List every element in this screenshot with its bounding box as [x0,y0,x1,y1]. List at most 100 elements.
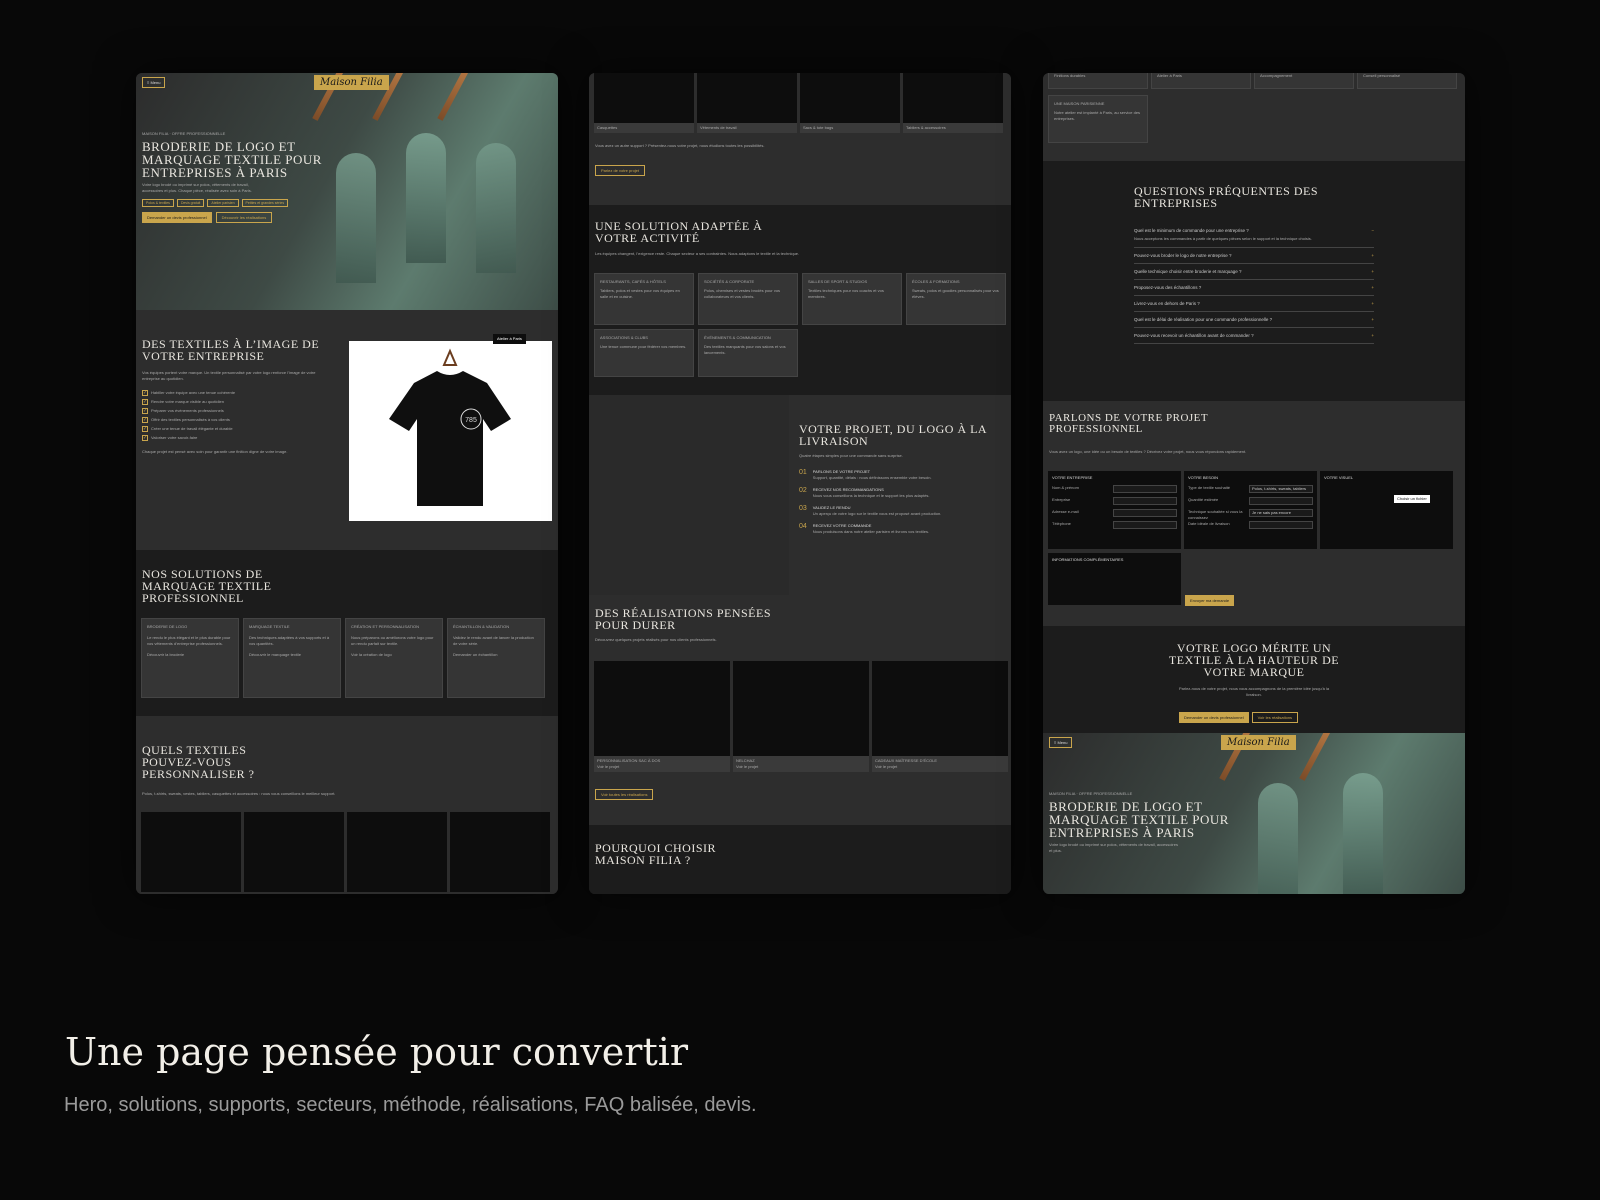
final-cta-secondary[interactable]: Voir les réalisations [1251,712,1299,723]
menu-button[interactable]: ≡ Menu [142,77,166,88]
work-item[interactable]: NELCHAZ Voir le projet [733,661,869,772]
plus-icon[interactable]: + [1371,301,1374,306]
sector-card[interactable]: ÉCOLES & FORMATIONS Sweats, polos et good… [906,273,1006,325]
work-link[interactable]: Voir le projet [736,764,866,770]
work-item[interactable]: PERSONNALISATION SAC À DOS Voir le projet [594,661,730,772]
faq-question: Proposez-vous des échantillons ? [1134,285,1202,290]
faq-item[interactable]: Livrez-vous en dehors de Paris ? + [1134,296,1374,312]
faq-item-open[interactable]: Quel est le minimum de commande pour une… [1134,223,1374,248]
textiles-section: QUELS TEXTILES POUVEZ-VOUS PERSONNALISER… [136,716,558,894]
solution-card[interactable]: ÉCHANTILLON & VALIDATION Validez le rend… [447,618,545,698]
support-tile[interactable] [903,73,1003,123]
solution-card[interactable]: CRÉATION ET PERSONNALISATION Nous prépar… [345,618,443,698]
method-title: VOTRE PROJET, DU LOGO À LA LIVRAISON [799,422,987,448]
why-card: Accompagnement [1254,73,1354,89]
date-input[interactable] [1249,521,1313,529]
quantity-input[interactable] [1249,497,1313,505]
solution-card-title: ÉCHANTILLON & VALIDATION [453,624,510,629]
phone-input[interactable] [1113,521,1177,529]
solution-card-title: BRODERIE DE LOGO [147,624,188,629]
sector-card-title: RESTAURANTS, CAFÉS & HÔTELS [600,279,666,284]
works-cta[interactable]: Voir toutes les réalisations [595,789,654,800]
step-text: Nous produisons dans notre atelier paris… [812,529,930,534]
faq-answer: Nous acceptons les commandes à partir de… [1134,236,1312,241]
plus-icon[interactable]: + [1371,269,1374,274]
plus-icon[interactable]: + [1371,253,1374,258]
faq-item[interactable]: Pouvez-vous broder le logo de notre entr… [1134,248,1374,264]
sector-card[interactable]: SOCIÉTÉS & CORPORATE Polos, chemises et v… [698,273,798,325]
company-input[interactable] [1113,497,1177,505]
intro-section: DES TEXTILES À L’IMAGE DE VOTRE ENTREPRI… [136,310,558,550]
brand-logo[interactable]: Maison Filia [1221,735,1296,750]
faq-question: Quel est le délai de réalisation pour un… [1134,317,1273,322]
file-upload-button[interactable]: Choisir un fichier [1394,495,1430,503]
solution-card-link[interactable]: Voir la création de logo [351,652,437,658]
intro-footnote: Chaque projet est pensé avec soin pour g… [142,449,288,454]
faq-item[interactable]: Quelle technique choisir entre broderie … [1134,264,1374,280]
col-heading: VOTRE VISUEL [1324,475,1354,480]
contact-section: PARLONS DE VOTRE PROJET PROFESSIONNEL Vo… [1043,401,1465,626]
work-item[interactable]: CADEAUX MAÎTRESSE D’ÉCOLE Voir le projet [872,661,1008,772]
hero-cta-primary[interactable]: Demander un devis professionnel [142,212,212,223]
faq-question: Livrez-vous en dehors de Paris ? [1134,301,1200,306]
sector-card[interactable]: SALLES DE SPORT & STUDIOS Textiles techni… [802,273,902,325]
sector-card-title: SOCIÉTÉS & CORPORATE [704,279,755,284]
supports-cta[interactable]: Parlez de votre projet [595,165,646,176]
page-preview-sectors: Casquettes Vêtements de travail Sacs & t… [589,73,1011,894]
why-card: Atelier à Paris [1151,73,1251,89]
email-input[interactable] [1113,509,1177,517]
solution-card-link[interactable]: Découvrir la broderie [147,652,233,658]
name-input[interactable] [1113,485,1177,493]
sector-card[interactable]: ASSOCIATIONS & CLUBS Une tenue commune po… [594,329,694,377]
checklist-item: Habiller votre équipe avec une tenue coh… [151,390,236,395]
plus-icon[interactable]: + [1371,333,1374,338]
sector-card[interactable]: RESTAURANTS, CAFÉS & HÔTELS Tabliers, pol… [594,273,694,325]
why-section: POURQUOI CHOISIR MAISON FILIA ? [589,825,1011,894]
sector-card-title: ÉCOLES & FORMATIONS [912,279,960,284]
details-field[interactable]: INFORMATIONS COMPLÉMENTAIRES [1048,553,1181,605]
textile-tile[interactable] [347,812,447,892]
textile-tile[interactable] [141,812,241,892]
support-label: Vêtements de travail [697,123,797,133]
faq-item[interactable]: Quel est le délai de réalisation pour un… [1134,312,1374,328]
hero-chip: Polos & textiles [142,199,174,207]
presentation-canvas: ≡ Menu Maison Filia MAISON FILIA · OFFRE… [0,0,1600,1200]
intro-text: Vos équipes portent votre marque. Un tex… [142,370,316,381]
final-cta-primary[interactable]: Demander un devis professionnel [1179,712,1249,723]
solution-card-link[interactable]: Découvrir le marquage textile [249,652,335,658]
sector-card-title: SALLES DE SPORT & STUDIOS [808,279,868,284]
solution-card[interactable]: MARQUAGE TEXTILE Des techniques adaptées… [243,618,341,698]
work-link[interactable]: Voir le projet [597,764,727,770]
faq-section: QUESTIONS FRÉQUENTES DES ENTREPRISES Que… [1043,161,1465,401]
menu-button[interactable]: ≡ Menu [1049,737,1073,748]
plus-icon[interactable]: + [1371,317,1374,322]
support-tile[interactable] [800,73,900,123]
technique-select[interactable]: Je ne sais pas encore [1249,509,1313,517]
contact-submit[interactable]: Envoyer ma demande [1185,595,1235,606]
faq-item[interactable]: Pouvez-vous recevoir un échantillon avan… [1134,328,1374,344]
solution-card[interactable]: BRODERIE DE LOGO Le rendu le plus élégan… [141,618,239,698]
why-card: Finitions durables [1048,73,1148,89]
hero-cta-secondary[interactable]: Découvrir les réalisations [215,212,273,223]
caption-title: Une page pensée pour convertir [65,1030,689,1074]
step-text: Un aperçu de votre logo sur le textile v… [812,511,942,516]
faq-question: Pouvez-vous recevoir un échantillon avan… [1134,333,1254,338]
check-icon: ✓ [142,408,148,414]
hero-chip: Petites et grandes séries [241,199,289,207]
sector-card[interactable]: ÉVÉNEMENTS & COMMUNICATION Des textiles m… [698,329,798,377]
minus-icon[interactable]: − [1371,228,1374,233]
plus-icon[interactable]: + [1371,285,1374,290]
solution-card-link[interactable]: Demander un échantillon [453,652,539,658]
textile-tile[interactable] [244,812,344,892]
faq-item[interactable]: Proposez-vous des échantillons ? + [1134,280,1374,296]
work-link[interactable]: Voir le projet [875,764,1005,770]
support-label: Tabliers & accessoires [903,123,1003,133]
faq-list: Quel est le minimum de commande pour une… [1134,223,1374,344]
support-tile[interactable] [697,73,797,123]
step-text: Nous vous conseillons la technique et le… [812,493,930,498]
textile-tile[interactable] [450,812,550,892]
support-tile[interactable] [594,73,694,123]
textile-select[interactable]: Polos, t-shirts, sweats, tabliers [1249,485,1313,493]
field-label: Date idéale de livraison [1188,521,1230,526]
brand-logo[interactable]: Maison Filia [314,75,389,90]
